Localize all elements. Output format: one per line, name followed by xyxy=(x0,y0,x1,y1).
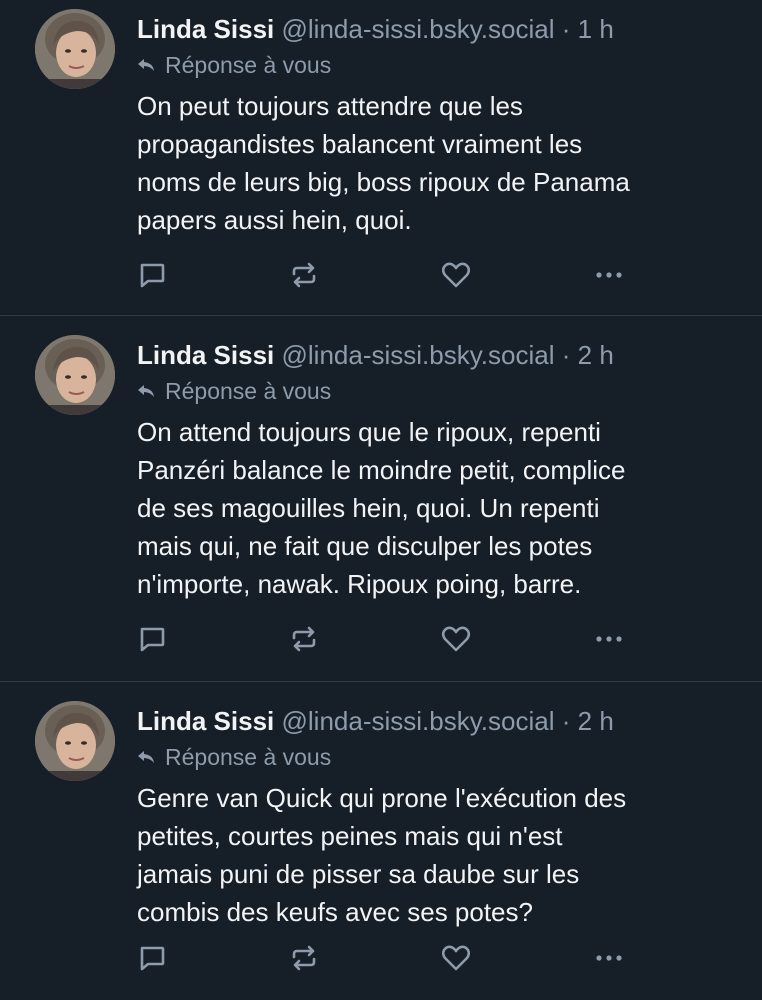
avatar[interactable] xyxy=(35,335,115,415)
separator: · xyxy=(561,14,571,44)
post-content: Linda Sissi @linda-sissi.bsky.social · 2… xyxy=(137,704,742,931)
post-item[interactable]: Linda Sissi @linda-sissi.bsky.social · 1… xyxy=(0,0,762,316)
heart-icon xyxy=(441,945,471,971)
repost-icon xyxy=(292,626,316,652)
heart-icon xyxy=(441,626,471,652)
post-header: Linda Sissi @linda-sissi.bsky.social · 1… xyxy=(137,12,742,46)
post-text: Genre van Quick qui prone l'exécution de… xyxy=(137,783,627,927)
post-content: Linda Sissi @linda-sissi.bsky.social · 1… xyxy=(137,12,742,239)
reply-label: Réponse à vous xyxy=(165,378,332,404)
post-time[interactable]: 1 h xyxy=(578,14,614,44)
author-name[interactable]: Linda Sissi xyxy=(137,340,274,370)
repost-icon xyxy=(292,262,316,288)
reply-indicator: Réponse à vous xyxy=(137,742,742,772)
more-options-icon xyxy=(596,955,622,961)
comment-icon xyxy=(140,263,165,288)
post-time[interactable]: 2 h xyxy=(578,706,614,736)
repost-button[interactable] xyxy=(287,941,321,975)
reply-indicator: Réponse à vous xyxy=(137,50,742,80)
post-text: On peut toujours attendre que les propag… xyxy=(137,91,630,235)
post-header: Linda Sissi @linda-sissi.bsky.social · 2… xyxy=(137,704,742,738)
more-options-button[interactable] xyxy=(592,258,626,292)
separator: · xyxy=(561,706,571,736)
comment-button[interactable] xyxy=(135,941,169,975)
post-actions xyxy=(137,941,637,975)
post-header: Linda Sissi @linda-sissi.bsky.social · 2… xyxy=(137,338,742,372)
more-options-icon xyxy=(596,272,622,278)
like-button[interactable] xyxy=(439,258,473,292)
comment-icon xyxy=(140,627,165,652)
post-item[interactable]: Linda Sissi @linda-sissi.bsky.social · 2… xyxy=(0,316,762,682)
repost-button[interactable] xyxy=(287,258,321,292)
repost-button[interactable] xyxy=(287,622,321,656)
post-actions xyxy=(137,258,637,292)
reply-indicator: Réponse à vous xyxy=(137,376,742,406)
comment-button[interactable] xyxy=(135,622,169,656)
author-name[interactable]: Linda Sissi xyxy=(137,14,274,44)
author-handle[interactable]: @linda-sissi.bsky.social xyxy=(282,14,555,44)
separator: · xyxy=(561,340,571,370)
author-handle[interactable]: @linda-sissi.bsky.social xyxy=(282,706,555,736)
post-item[interactable]: Linda Sissi @linda-sissi.bsky.social · 2… xyxy=(0,682,762,1000)
post-text: On attend toujours que le ripoux, repent… xyxy=(137,417,626,599)
author-handle[interactable]: @linda-sissi.bsky.social xyxy=(282,340,555,370)
post-content: Linda Sissi @linda-sissi.bsky.social · 2… xyxy=(137,338,742,603)
more-options-icon xyxy=(596,636,622,642)
heart-icon xyxy=(441,262,471,288)
reply-icon xyxy=(138,751,154,763)
like-button[interactable] xyxy=(439,622,473,656)
post-time[interactable]: 2 h xyxy=(578,340,614,370)
author-name[interactable]: Linda Sissi xyxy=(137,706,274,736)
avatar[interactable] xyxy=(35,701,115,781)
reply-label: Réponse à vous xyxy=(165,744,332,770)
more-options-button[interactable] xyxy=(592,941,626,975)
avatar[interactable] xyxy=(35,9,115,89)
reply-label: Réponse à vous xyxy=(165,52,332,78)
comment-button[interactable] xyxy=(135,258,169,292)
repost-icon xyxy=(292,945,316,971)
more-options-button[interactable] xyxy=(592,622,626,656)
post-feed: Linda Sissi @linda-sissi.bsky.social · 1… xyxy=(0,0,762,1000)
like-button[interactable] xyxy=(439,941,473,975)
reply-icon xyxy=(138,385,154,397)
post-actions xyxy=(137,622,637,656)
reply-icon xyxy=(138,59,154,71)
comment-icon xyxy=(140,946,165,971)
